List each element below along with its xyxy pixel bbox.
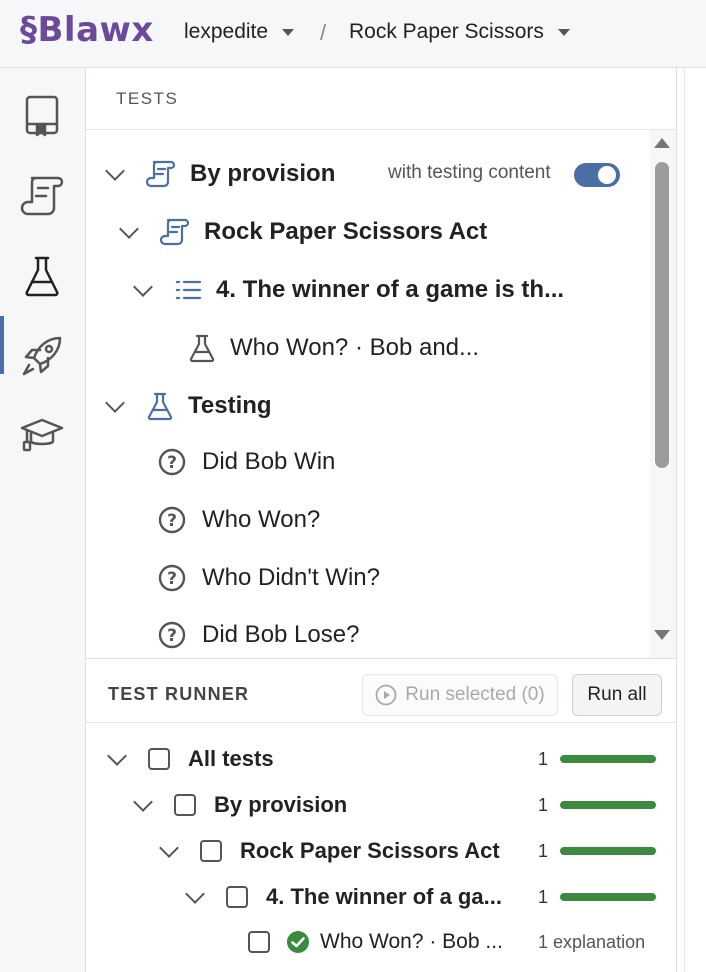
- runner-header: TEST RUNNER Run selected (0) Run all: [86, 659, 676, 723]
- chevron-down-icon[interactable]: [107, 746, 127, 766]
- runner-row-test[interactable]: Who Won? · Bob ...: [248, 922, 503, 962]
- svg-text:?: ?: [167, 626, 177, 646]
- tree-label: Did Bob Lose?: [202, 621, 360, 648]
- test-count: 1: [538, 887, 549, 907]
- list-icon: [175, 280, 202, 300]
- runner-title: TEST RUNNER: [108, 684, 250, 704]
- left-rail: [0, 68, 86, 972]
- runner-row-by-provision[interactable]: By provision: [133, 785, 348, 825]
- graduation-cap-icon[interactable]: [20, 412, 64, 456]
- scroll-up-arrow-icon[interactable]: [654, 138, 670, 148]
- org-selector[interactable]: lexpedite: [184, 20, 295, 44]
- runner-row-label: 4. The winner of a ga...: [266, 884, 502, 909]
- tree-label: By provision: [190, 160, 336, 187]
- chevron-down-icon: [282, 28, 295, 36]
- tests-title: TESTS: [86, 68, 676, 130]
- main-area-edge: [677, 68, 706, 972]
- chevron-down-icon[interactable]: [133, 792, 153, 812]
- select-checkbox[interactable]: [174, 794, 196, 816]
- check-circle-icon: [287, 931, 309, 953]
- testing-content-toggle[interactable]: [574, 163, 620, 187]
- tree-item-question[interactable]: ? Did Bob Lose?: [158, 613, 359, 657]
- run-all-button[interactable]: Run all: [572, 674, 662, 716]
- test-runner-panel: TEST RUNNER Run selected (0) Run all All…: [86, 658, 677, 972]
- svg-text:?: ?: [167, 453, 177, 473]
- blawx-logo[interactable]: §Blawx: [20, 10, 154, 50]
- tests-panel: TESTS By provision with testing content …: [86, 68, 677, 658]
- flask-icon: [147, 392, 173, 421]
- project-selector[interactable]: Rock Paper Scissors: [349, 20, 570, 44]
- tree-label: Who Won?: [202, 506, 321, 533]
- question-circle-icon: ?: [158, 448, 186, 476]
- chevron-down-icon: [557, 28, 570, 36]
- runner-row-label: By provision: [214, 792, 348, 817]
- tree-item-question[interactable]: ? Did Bob Win: [158, 440, 335, 484]
- chevron-down-icon[interactable]: [119, 219, 139, 239]
- chevron-down-icon[interactable]: [185, 884, 205, 904]
- tree-item-test[interactable]: Who Won? · Bob and...: [188, 326, 479, 370]
- select-checkbox[interactable]: [248, 931, 270, 953]
- pass-bar: [560, 755, 656, 763]
- tree-item-by-provision[interactable]: By provision: [105, 152, 336, 196]
- tree-item-act[interactable]: Rock Paper Scissors Act: [119, 210, 488, 254]
- question-circle-icon: ?: [158, 621, 186, 649]
- test-count: 1: [538, 749, 549, 769]
- scrollbar-thumb[interactable]: [655, 162, 669, 468]
- chevron-down-icon[interactable]: [133, 277, 153, 297]
- explanation-count[interactable]: 1 explanation: [538, 932, 645, 953]
- question-circle-icon: ?: [158, 506, 186, 534]
- svg-text:?: ?: [167, 511, 177, 531]
- active-indicator: [0, 316, 4, 374]
- flask-icon[interactable]: [20, 254, 64, 298]
- app-header: §Blawx lexpedite / Rock Paper Scissors: [0, 0, 706, 68]
- rocket-icon[interactable]: [20, 334, 64, 378]
- svg-text:?: ?: [167, 569, 177, 589]
- play-circle-icon: [375, 684, 397, 706]
- pass-bar: [560, 893, 656, 901]
- question-circle-icon: ?: [158, 564, 186, 592]
- runner-row-act[interactable]: Rock Paper Scissors Act: [159, 831, 500, 871]
- chevron-down-icon[interactable]: [159, 838, 179, 858]
- chevron-down-icon[interactable]: [105, 161, 125, 181]
- scroll-icon[interactable]: [20, 174, 64, 218]
- divider: [684, 68, 685, 972]
- scroll-down-arrow-icon[interactable]: [654, 630, 670, 640]
- runner-row-label: All tests: [188, 746, 274, 771]
- tree-label: Did Bob Win: [202, 448, 336, 475]
- test-count: 1: [538, 841, 549, 861]
- project-name: Rock Paper Scissors: [349, 20, 544, 43]
- scroll-icon: [146, 160, 176, 188]
- runner-row-label: Who Won? · Bob ...: [320, 930, 503, 953]
- select-checkbox[interactable]: [148, 748, 170, 770]
- tree-label: Who Won? · Bob and...: [230, 334, 480, 361]
- pass-bar: [560, 847, 656, 855]
- book-icon[interactable]: [20, 94, 64, 138]
- tree-label: Rock Paper Scissors Act: [204, 218, 488, 245]
- test-count: 1: [538, 795, 549, 815]
- scroll-icon: [160, 218, 190, 246]
- runner-row-all-tests[interactable]: All tests: [107, 739, 274, 779]
- runner-row-section[interactable]: 4. The winner of a ga...: [185, 877, 502, 917]
- tree-item-testing[interactable]: Testing: [105, 384, 272, 428]
- tree-label: Testing: [188, 392, 272, 419]
- tree-label: Who Didn't Win?: [202, 564, 380, 591]
- breadcrumb-separator: /: [320, 20, 327, 45]
- flask-icon: [189, 334, 215, 363]
- tree-item-question[interactable]: ? Who Didn't Win?: [158, 556, 380, 600]
- select-checkbox[interactable]: [226, 886, 248, 908]
- run-selected-button[interactable]: Run selected (0): [362, 674, 558, 716]
- select-checkbox[interactable]: [200, 840, 222, 862]
- tree-label: 4. The winner of a game is th...: [216, 276, 565, 303]
- runner-row-label: Rock Paper Scissors Act: [240, 838, 500, 863]
- run-selected-label: Run selected (0): [405, 684, 545, 705]
- org-name: lexpedite: [184, 20, 269, 43]
- pass-bar: [560, 801, 656, 809]
- tree-item-section-4[interactable]: 4. The winner of a game is th...: [133, 268, 565, 312]
- testing-content-label: with testing content: [388, 162, 551, 183]
- chevron-down-icon[interactable]: [105, 393, 125, 413]
- tree-item-question[interactable]: ? Who Won?: [158, 498, 320, 542]
